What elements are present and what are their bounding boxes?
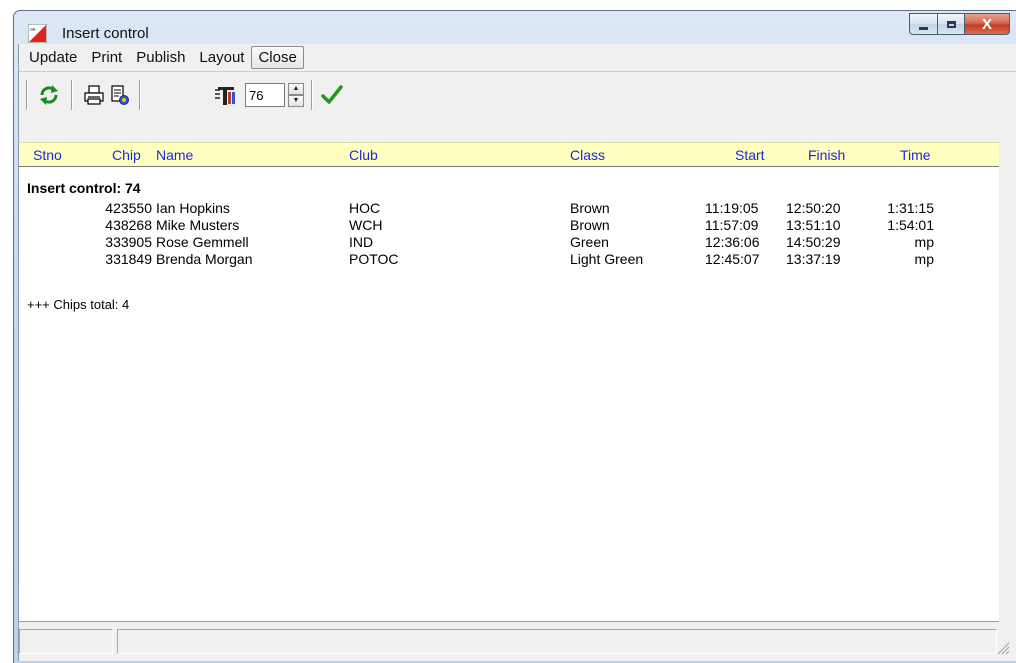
cell-class: Green [570,234,609,250]
table-row[interactable]: 423550 Ian Hopkins HOC Brown 11:19:05 12… [19,200,999,217]
cell-time: mp [914,251,934,267]
client-area: Update Print Publish Layout Close 76 ▲ ▼… [18,44,1016,661]
ok-button[interactable] [319,82,345,108]
chips-total-text: +++ Chips total: 4 [27,297,130,312]
menu-layout[interactable]: Layout [192,46,251,69]
column-header-row: Stno Chip Name Club Class Start Finish T… [19,142,999,167]
toolbar-separator [139,80,141,110]
cell-finish: 13:51:10 [786,217,841,233]
cell-start: 11:57:09 [705,217,759,233]
status-panel-main [117,629,997,654]
control-punch-button[interactable] [212,82,238,108]
cell-time: 1:31:15 [887,200,934,216]
minimize-button[interactable] [909,13,937,35]
right-gutter [999,142,1016,622]
cell-name: Brenda Morgan [156,251,253,267]
maximize-button[interactable] [937,13,964,35]
column-header-time[interactable]: Time [900,147,931,163]
caption-buttons: X [909,13,1010,37]
column-header-stno[interactable]: Stno [33,147,62,163]
printer-icon [84,85,104,105]
print-preview-icon [111,85,129,105]
toolbar-separator [71,80,73,110]
cell-start: 12:45:07 [705,251,760,267]
menu-divider [19,71,1016,72]
refresh-icon [40,85,58,105]
stepper-up-button[interactable]: ▲ [288,83,304,95]
maximize-icon [946,20,956,28]
table-row[interactable]: 331849 Brenda Morgan POTOC Light Green 1… [19,251,999,268]
status-bar [19,624,1016,661]
stepper-down-button[interactable]: ▼ [288,95,304,107]
control-number-stepper: ▲ ▼ [288,83,304,107]
menu-print[interactable]: Print [84,46,129,69]
cell-time: 1:54:01 [887,217,934,233]
cell-name: Rose Gemmell [156,234,249,250]
orienteering-flag-icon: oe [28,24,47,43]
column-header-finish[interactable]: Finish [808,147,845,163]
cell-time: mp [914,234,934,250]
cell-club: WCH [349,217,383,233]
cell-finish: 14:50:29 [786,234,841,250]
column-header-name[interactable]: Name [156,147,193,163]
menu-bar: Update Print Publish Layout Close [19,44,1016,70]
section-title: Insert control: 74 [27,180,141,196]
cell-name: Mike Musters [156,217,240,233]
cell-start: 11:19:05 [705,200,759,216]
column-header-class[interactable]: Class [570,147,605,163]
cell-chip: 438268 [105,217,152,233]
table-row[interactable]: 333905 Rose Gemmell IND Green 12:36:06 1… [19,234,999,251]
close-icon: X [981,15,992,33]
column-header-chip[interactable]: Chip [112,147,141,163]
print-button[interactable] [81,82,107,108]
svg-text:oe: oe [30,27,36,33]
toolbar-separator [311,80,313,110]
status-panel-left [19,629,113,654]
cell-class: Brown [570,217,610,233]
cell-class: Brown [570,200,610,216]
cell-chip: 333905 [105,234,152,250]
refresh-button[interactable] [36,82,62,108]
menu-close[interactable]: Close [251,45,304,69]
toolbar-separator [26,80,28,110]
checkmark-icon [321,85,343,104]
menu-publish[interactable]: Publish [129,46,192,69]
control-number-input[interactable] [245,83,285,107]
column-header-club[interactable]: Club [349,147,378,163]
cell-finish: 13:37:19 [786,251,841,267]
cell-chip: 423550 [105,200,152,216]
cell-club: IND [349,234,374,250]
cell-chip: 331849 [105,251,152,267]
table-row[interactable]: 438268 Mike Musters WCH Brown 11:57:09 1… [19,217,999,234]
close-window-button[interactable]: X [964,13,1010,35]
cell-club: HOC [349,200,381,216]
control-punch-icon [215,87,235,105]
cell-finish: 12:50:20 [786,200,841,216]
cell-name: Ian Hopkins [156,200,230,216]
menu-update[interactable]: Update [22,46,84,69]
print-preview-button[interactable] [107,82,133,108]
cell-class: Light Green [570,251,644,267]
results-panel: Insert control: 74 423550 Ian Hopkins HO… [19,167,999,622]
minimize-icon [919,26,928,30]
toolbar: ▲ ▼ [19,74,1016,112]
cell-club: POTOC [349,251,399,267]
window-title: Insert control [62,25,149,42]
resize-grip-icon[interactable] [996,641,1010,655]
column-header-start[interactable]: Start [735,147,765,163]
cell-start: 12:36:06 [705,234,760,250]
